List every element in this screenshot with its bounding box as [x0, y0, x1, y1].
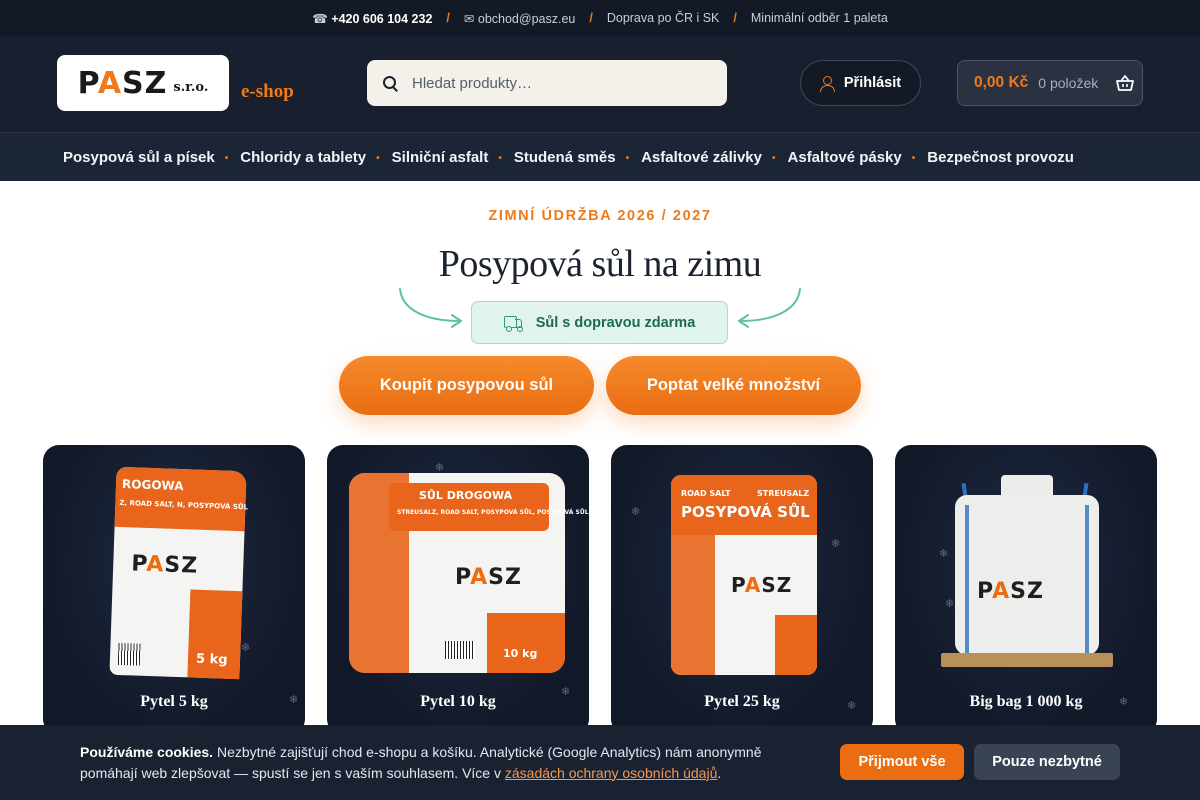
eshop-label: e-shop — [241, 81, 294, 102]
buy-salt-button[interactable]: Koupit posypovou sůl — [339, 356, 594, 415]
snowflake-icon: ❄ — [241, 642, 251, 654]
nav-item-chloridy[interactable]: Chloridy a tablety • — [240, 149, 391, 166]
main-nav: Posypová sůl a písek • Chloridy a tablety… — [0, 133, 1200, 181]
product-image-bag-5kg: ROGOWA Z, ROAD SALT, N, POSYPOVÁ SŮL PAS… — [109, 466, 248, 680]
search-input[interactable] — [412, 74, 702, 92]
user-icon — [819, 75, 835, 92]
basket-icon — [1116, 75, 1135, 91]
product-card-10kg[interactable]: ❄ ❄ SŮL DROGOWA STREUSALZ, ROAD SALT, PO… — [327, 445, 589, 735]
phone-contact[interactable]: ☎ +420 606 104 232 — [312, 11, 432, 26]
site-header: PASZ s.r.o. e-shop Přihlásit 0,00 Kč 0 p… — [0, 36, 1200, 133]
product-image-bag-10kg: SŮL DROGOWA STREUSALZ, ROAD SALT, POSYPO… — [349, 473, 589, 673]
nav-item-studena-smes[interactable]: Studená směs • — [514, 149, 641, 166]
cookie-text: Používáme cookies. Nezbytné zajišťují ch… — [80, 743, 762, 781]
top-info-bar: ☎ +420 606 104 232 / ✉ obchod@pasz.eu / … — [0, 0, 1200, 36]
product-name[interactable]: Pytel 5 kg — [43, 693, 305, 711]
logo[interactable]: PASZ s.r.o. — [57, 55, 229, 111]
nav-item-asfaltove-zalivky[interactable]: Asfaltové zálivky • — [641, 149, 787, 166]
nav-item-asfaltove-pasky[interactable]: Asfaltové pásky • — [788, 149, 928, 166]
separator: / — [589, 11, 593, 25]
phone-number[interactable]: +420 606 104 232 — [331, 12, 432, 26]
hero-kicker: ZIMNÍ ÚDRŽBA 2026 / 2027 — [488, 208, 712, 224]
arrow-left-icon — [399, 288, 462, 328]
nav-dot: • — [911, 152, 916, 164]
cart-button[interactable]: 0,00 Kč 0 položek — [957, 60, 1143, 106]
arrow-right-icon — [738, 288, 801, 328]
cart-item-count: 0 položek — [1038, 75, 1099, 91]
nav-dot: • — [376, 152, 380, 164]
nav-item-silnicni-asfalt[interactable]: Silniční asfalt • — [392, 149, 514, 166]
min-order-info: Minimální odběr 1 paleta — [750, 11, 888, 25]
phone-icon: ☎ — [312, 11, 328, 26]
product-name[interactable]: Pytel 25 kg — [611, 693, 873, 711]
email-contact[interactable]: ✉ obchod@pasz.eu — [464, 11, 575, 26]
nav-dot: • — [498, 152, 502, 164]
logo-wordmark: PASZ — [77, 65, 168, 101]
login-button[interactable]: Přihlásit — [800, 60, 921, 106]
search-icon[interactable] — [383, 75, 398, 91]
email-address[interactable]: obchod@pasz.eu — [478, 12, 575, 26]
nav-item-bezpecnost-provozu[interactable]: Bezpečnost provozu — [927, 149, 1074, 166]
product-name[interactable]: Big bag 1 000 kg — [895, 693, 1157, 711]
nav-dot: • — [625, 152, 630, 164]
truck-icon — [503, 315, 524, 332]
cookie-banner: Používáme cookies. Nezbytné zajišťují ch… — [0, 725, 1200, 800]
delivery-info: Doprava po ČR i SK — [606, 11, 720, 25]
nav-dot: • — [772, 152, 776, 164]
product-image-bag-25kg: ROAD SALT STREUSALZ POSYPOVÁ SŮL PASZ — [671, 475, 817, 675]
nav-item-posypova-sul[interactable]: Posypová sůl a písek • — [63, 149, 240, 166]
snowflake-icon: ❄ — [939, 548, 949, 560]
necessary-only-button[interactable]: Pouze nezbytné — [974, 744, 1120, 780]
hero-title: Posypová sůl na zimu — [438, 243, 762, 285]
snowflake-icon: ❄ — [831, 538, 841, 550]
cart-total: 0,00 Kč — [974, 74, 1029, 91]
badge-label: Sůl s dopravou zdarma — [535, 314, 696, 331]
privacy-policy-link[interactable]: zásadách ochrany osobních údajů — [505, 765, 717, 781]
nav-dot: • — [224, 152, 229, 164]
snowflake-icon: ❄ — [631, 506, 641, 518]
login-label: Přihlásit — [843, 75, 902, 91]
snowflake-icon: ❄ — [945, 598, 955, 610]
product-card-5kg[interactable]: ❄ ❄ ROGOWA Z, ROAD SALT, N, POSYPOVÁ SŮL… — [43, 445, 305, 735]
product-card-25kg[interactable]: ❄ ❄ ❄ ROAD SALT STREUSALZ POSYPOVÁ SŮL P… — [611, 445, 873, 735]
search-box[interactable] — [367, 60, 727, 106]
request-quote-button[interactable]: Poptat velké množství — [606, 356, 861, 415]
separator: / — [446, 11, 450, 25]
separator: / — [733, 11, 737, 25]
product-card-bigbag[interactable]: ❄ ❄ ❄ PASZ Big bag 1 000 kg — [895, 445, 1157, 735]
mail-icon: ✉ — [463, 11, 475, 26]
free-delivery-badge: Sůl s dopravou zdarma — [471, 301, 728, 344]
logo-suffix: s.r.o. — [173, 79, 209, 95]
product-name[interactable]: Pytel 10 kg — [327, 693, 589, 711]
accept-all-button[interactable]: Přijmout vše — [840, 744, 964, 780]
